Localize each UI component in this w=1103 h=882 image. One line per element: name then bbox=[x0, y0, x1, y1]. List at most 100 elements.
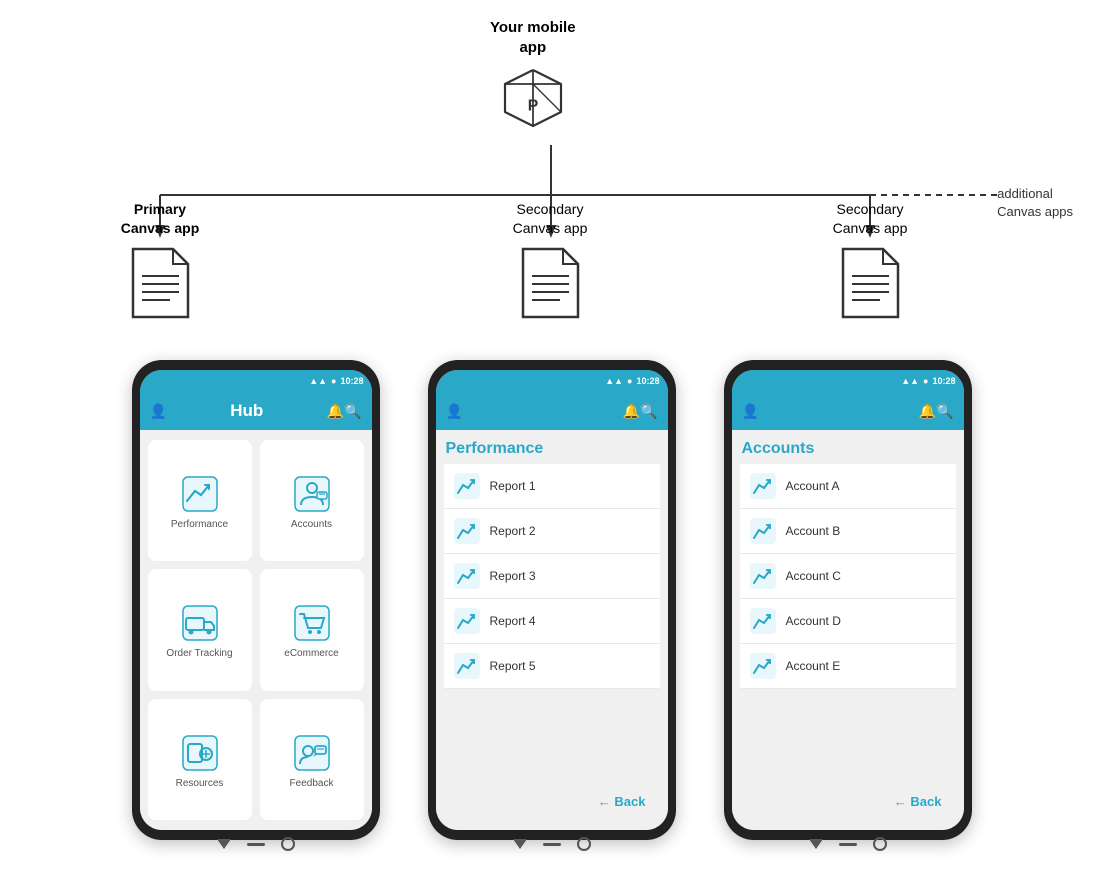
report-5-icon bbox=[454, 653, 480, 679]
phones-row: ▲▲ ● 10:28 👤 Hub 🔔 🔍 bbox=[0, 360, 1103, 840]
feedback-label: Feedback bbox=[290, 778, 334, 789]
performance-label: Performance bbox=[171, 519, 228, 530]
perf-time: 10:28 bbox=[636, 376, 659, 386]
report-3-icon bbox=[454, 563, 480, 589]
secondary-canvas-node-2: SecondaryCanvas app bbox=[790, 200, 950, 322]
acct-user-icon: 👤 bbox=[742, 403, 759, 420]
wifi-icon: ● bbox=[331, 376, 336, 386]
recents-btn-3 bbox=[873, 837, 887, 851]
perf-user-icon: 👤 bbox=[446, 403, 463, 420]
signal-icon-3: ▲▲ bbox=[901, 376, 919, 386]
account-e-label: Account E bbox=[786, 659, 841, 673]
resources-label: Resources bbox=[176, 778, 224, 789]
list-item[interactable]: Account B bbox=[740, 509, 956, 554]
perf-list: Report 1 Report 2 Report 3 Report 4 bbox=[444, 464, 660, 782]
account-c-label: Account C bbox=[786, 569, 841, 583]
report-4-icon bbox=[454, 608, 480, 634]
list-item[interactable]: Account D bbox=[740, 599, 956, 644]
accounts-icon bbox=[293, 475, 331, 513]
home-btn bbox=[247, 843, 265, 846]
recents-btn-2 bbox=[577, 837, 591, 851]
account-e-icon bbox=[750, 653, 776, 679]
perf-bell-icon: 🔔 bbox=[623, 403, 640, 420]
secondary-doc-icon-2 bbox=[838, 244, 903, 322]
hub-status-bar: ▲▲ ● 10:28 bbox=[140, 370, 372, 392]
hub-tile-performance[interactable]: Performance bbox=[148, 440, 252, 561]
acct-body: Accounts Account A Account B Account C bbox=[732, 430, 964, 830]
perf-search-icon: 🔍 bbox=[640, 403, 657, 420]
hub-user-icon: 👤 bbox=[150, 403, 167, 420]
accounts-label: Accounts bbox=[291, 519, 332, 530]
acct-chin bbox=[732, 830, 964, 858]
box-icon: P bbox=[498, 63, 568, 133]
perf-back-link[interactable]: ← Back bbox=[598, 794, 646, 809]
signal-icon-2: ▲▲ bbox=[605, 376, 623, 386]
account-d-icon bbox=[750, 608, 776, 634]
back-btn-3 bbox=[809, 839, 823, 849]
ecommerce-label: eCommerce bbox=[284, 648, 338, 659]
report-2-label: Report 2 bbox=[490, 524, 536, 538]
list-item[interactable]: Report 2 bbox=[444, 509, 660, 554]
hub-tile-order-tracking[interactable]: Order Tracking bbox=[148, 569, 252, 690]
mobile-app-label: Your mobileapp bbox=[490, 18, 576, 57]
performance-phone: ▲▲ ● 10:28 👤 🔔 🔍 Performance Report 1 bbox=[428, 360, 676, 840]
list-item[interactable]: Report 5 bbox=[444, 644, 660, 689]
report-1-icon bbox=[454, 473, 480, 499]
primary-doc-icon bbox=[128, 244, 193, 322]
wifi-icon-2: ● bbox=[627, 376, 632, 386]
back-btn bbox=[217, 839, 231, 849]
accounts-phone: ▲▲ ● 10:28 👤 🔔 🔍 Accounts Account A bbox=[724, 360, 972, 840]
report-4-label: Report 4 bbox=[490, 614, 536, 628]
hub-time: 10:28 bbox=[340, 376, 363, 386]
perf-nav-bar: 👤 🔔 🔍 bbox=[436, 392, 668, 430]
list-item[interactable]: Report 3 bbox=[444, 554, 660, 599]
hub-tile-accounts[interactable]: Accounts bbox=[260, 440, 364, 561]
acct-search-icon: 🔍 bbox=[936, 403, 953, 420]
perf-chin bbox=[436, 830, 668, 858]
account-a-label: Account A bbox=[786, 479, 840, 493]
account-d-label: Account D bbox=[786, 614, 841, 628]
report-3-label: Report 3 bbox=[490, 569, 536, 583]
truck-icon bbox=[181, 604, 219, 642]
secondary-canvas-label-2: SecondaryCanvas app bbox=[833, 200, 908, 238]
list-item[interactable]: Report 1 bbox=[444, 464, 660, 509]
acct-status-bar: ▲▲ ● 10:28 bbox=[732, 370, 964, 392]
primary-canvas-node: PrimaryCanvas app bbox=[80, 200, 240, 322]
cart-icon bbox=[293, 604, 331, 642]
wifi-icon-3: ● bbox=[923, 376, 928, 386]
secondary-doc-icon-1 bbox=[518, 244, 583, 322]
hub-chin bbox=[140, 830, 372, 858]
acct-list: Account A Account B Account C Account D bbox=[740, 464, 956, 782]
home-btn-3 bbox=[839, 843, 857, 846]
acct-back-bar: ← Back bbox=[740, 782, 956, 820]
back-btn-2 bbox=[513, 839, 527, 849]
hub-tile-resources[interactable]: Resources bbox=[148, 699, 252, 820]
secondary-canvas-node-1: SecondaryCanvas app bbox=[470, 200, 630, 322]
performance-icon bbox=[181, 475, 219, 513]
acct-list-title: Accounts bbox=[740, 440, 956, 458]
acct-back-link[interactable]: ← Back bbox=[894, 794, 942, 809]
list-item[interactable]: Report 4 bbox=[444, 599, 660, 644]
perf-body: Performance Report 1 Report 2 Report 3 bbox=[436, 430, 668, 830]
hub-bell-icon: 🔔 bbox=[327, 403, 344, 420]
perf-list-title: Performance bbox=[444, 440, 660, 458]
acct-time: 10:28 bbox=[932, 376, 955, 386]
acct-nav-bar: 👤 🔔 🔍 bbox=[732, 392, 964, 430]
resources-icon bbox=[181, 734, 219, 772]
account-b-label: Account B bbox=[786, 524, 841, 538]
recents-btn bbox=[281, 837, 295, 851]
hub-grid: Performance Accounts bbox=[148, 440, 364, 820]
primary-canvas-label: PrimaryCanvas app bbox=[121, 200, 200, 238]
account-a-icon bbox=[750, 473, 776, 499]
report-5-label: Report 5 bbox=[490, 659, 536, 673]
secondary-canvas-label-1: SecondaryCanvas app bbox=[513, 200, 588, 238]
report-2-icon bbox=[454, 518, 480, 544]
account-c-icon bbox=[750, 563, 776, 589]
list-item[interactable]: Account E bbox=[740, 644, 956, 689]
perf-status-bar: ▲▲ ● 10:28 bbox=[436, 370, 668, 392]
signal-icon: ▲▲ bbox=[309, 376, 327, 386]
list-item[interactable]: Account A bbox=[740, 464, 956, 509]
hub-tile-feedback[interactable]: Feedback bbox=[260, 699, 364, 820]
list-item[interactable]: Account C bbox=[740, 554, 956, 599]
hub-tile-ecommerce[interactable]: eCommerce bbox=[260, 569, 364, 690]
